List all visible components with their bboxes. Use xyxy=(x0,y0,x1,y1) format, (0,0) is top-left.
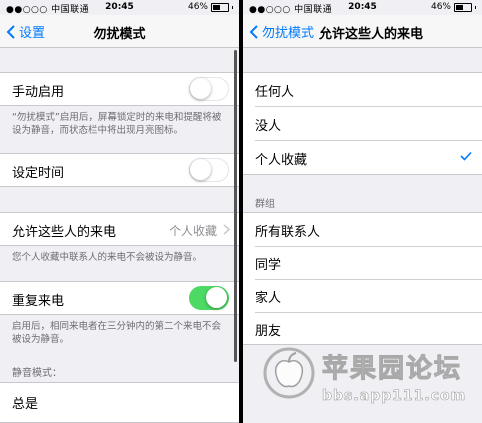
battery-fill xyxy=(456,4,464,10)
battery-icon xyxy=(454,2,472,12)
page-title: 勿扰模式 xyxy=(93,27,146,42)
allow-calls-value: 个人收藏 xyxy=(168,224,217,238)
battery-icon xyxy=(211,2,229,12)
repeat-calls-row: 重复来电 xyxy=(0,281,239,315)
watermark-title: 苹果园论坛 xyxy=(321,354,463,385)
battery-indicator: 46% xyxy=(188,2,233,12)
manual-enable-toggle[interactable] xyxy=(189,77,229,101)
silence-always-label: 总是 xyxy=(12,397,39,412)
page-title: 允许这些人的来电 xyxy=(319,27,424,42)
screenshot-pair: ●●○○○ 中国联通 20:45 46% 设置 勿扰模式 手动启用 “勿扰模式”… xyxy=(0,0,482,423)
status-bar: ●●○○○ 中国联通 20:45 46% xyxy=(243,0,482,15)
scheduled-label: 设定时间 xyxy=(12,166,65,181)
site-watermark: 苹果园论坛 bbs.app111.com xyxy=(262,344,472,414)
do-not-disturb-screen: ●●○○○ 中国联通 20:45 46% 设置 勿扰模式 手动启用 “勿扰模式”… xyxy=(0,0,239,423)
option-nobody-row[interactable]: 没人 xyxy=(243,107,482,141)
silence-always-row[interactable]: 总是 xyxy=(0,382,239,423)
group-all-contacts-row[interactable]: 所有联系人 xyxy=(243,213,482,246)
toggle-knob xyxy=(190,78,211,99)
group-family-row[interactable]: 家人 xyxy=(243,279,482,312)
allow-calls-row[interactable]: 允许这些人的来电 个人收藏 xyxy=(0,212,239,246)
toggle-knob xyxy=(206,287,227,308)
allow-options-group: 任何人 没人 个人收藏 xyxy=(243,72,482,175)
repeat-calls-footer: 启用后，相同来电者在三分钟内的第二个来电不会被设为静音。 xyxy=(12,321,222,345)
groups-list: 所有联系人 同学 家人 朋友 xyxy=(243,212,482,345)
group-classmates-row[interactable]: 同学 xyxy=(243,246,482,279)
group-label: 所有联系人 xyxy=(255,225,321,240)
manual-enable-row: 手动启用 xyxy=(0,72,239,106)
battery-percent: 46% xyxy=(187,2,208,12)
toggle-knob xyxy=(190,159,211,180)
group-label: 同学 xyxy=(255,258,282,273)
group-label: 朋友 xyxy=(255,324,282,339)
scheduled-row: 设定时间 xyxy=(0,153,239,187)
repeat-calls-label: 重复来电 xyxy=(12,294,65,309)
scrollbar[interactable] xyxy=(234,50,237,362)
navigation-bar: 勿扰模式 允许这些人的来电 xyxy=(243,15,482,48)
manual-enable-label: 手动启用 xyxy=(12,85,65,100)
group-friends-row[interactable]: 朋友 xyxy=(243,312,482,345)
battery-indicator: 46% xyxy=(431,2,476,12)
battery-percent: 46% xyxy=(430,2,451,12)
option-anyone-label: 任何人 xyxy=(255,85,295,100)
apple-logo-icon xyxy=(263,347,315,399)
repeat-calls-toggle[interactable] xyxy=(189,286,229,310)
battery-tip-icon xyxy=(232,5,233,9)
option-anyone-row[interactable]: 任何人 xyxy=(243,73,482,107)
checkmark-icon xyxy=(460,151,472,161)
option-favorites-label: 个人收藏 xyxy=(255,153,308,168)
option-nobody-label: 没人 xyxy=(255,119,282,134)
battery-fill xyxy=(213,4,221,10)
status-bar: ●●○○○ 中国联通 20:45 46% xyxy=(0,0,239,15)
scheduled-toggle[interactable] xyxy=(189,158,229,182)
chevron-left-icon xyxy=(249,24,258,39)
battery-tip-icon xyxy=(475,5,476,9)
groups-section-header: 群组 xyxy=(255,199,275,210)
silence-section-header: 静音模式： xyxy=(12,368,62,379)
allow-calls-label: 允许这些人的来电 xyxy=(12,225,117,240)
group-label: 家人 xyxy=(255,291,282,306)
chevron-right-icon xyxy=(223,224,230,235)
watermark-url: bbs.app111.com xyxy=(322,388,467,405)
allow-calls-footer: 您个人收藏中联系人的来电不会被设为静音。 xyxy=(12,252,203,263)
navigation-bar: 设置 勿扰模式 xyxy=(0,15,239,48)
option-favorites-row[interactable]: 个人收藏 xyxy=(243,141,482,175)
manual-enable-footer: “勿扰模式”启用后，屏幕锁定时的来电和提醒将被设为静音，而状态栏中将出现月亮图标… xyxy=(12,112,222,136)
